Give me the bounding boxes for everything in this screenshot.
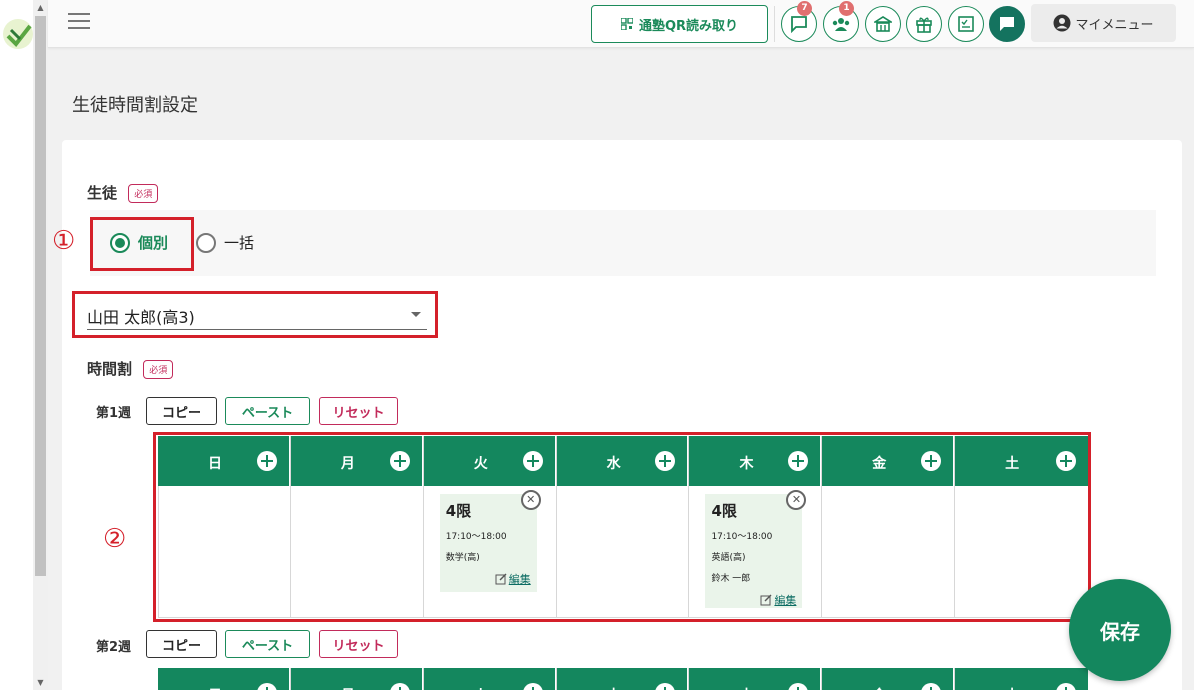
student-label-text: 生徒	[87, 184, 118, 202]
hamburger-menu-icon[interactable]	[68, 13, 90, 31]
week-2-grid: 日 月 火 水 木 金 土	[158, 668, 1089, 690]
day-label: 金	[872, 685, 886, 690]
radio-bulk[interactable]: 一括	[196, 232, 254, 253]
user-account-icon	[1053, 14, 1071, 32]
day-column-fri: 金	[822, 668, 956, 690]
day-header: 金	[822, 668, 955, 690]
timetable-label: 時間割 必須	[87, 358, 174, 379]
checklist-button[interactable]	[948, 6, 984, 42]
group-button[interactable]: 1	[823, 1, 859, 42]
add-slot-icon[interactable]	[1056, 683, 1077, 690]
qr-code-icon	[620, 18, 633, 30]
my-menu-button[interactable]: マイメニュー	[1031, 4, 1176, 42]
week-1-paste-button[interactable]: ペースト	[225, 397, 310, 425]
day-header: 木	[689, 668, 822, 690]
scroll-thumb[interactable]	[35, 16, 46, 576]
add-slot-icon[interactable]	[921, 683, 942, 690]
chat-button[interactable]	[989, 6, 1025, 42]
timetable-label-text: 時間割	[87, 360, 133, 378]
highlight-box-select	[72, 291, 438, 338]
week-2-paste-button[interactable]: ペースト	[225, 630, 310, 658]
day-column-tue: 火	[423, 668, 557, 690]
left-rail: ▲ ▼	[0, 0, 48, 690]
day-header: 土	[955, 668, 1089, 690]
page-title: 生徒時間割設定	[72, 95, 198, 116]
group-badge: 1	[839, 1, 854, 16]
student-label: 生徒 必須	[87, 182, 159, 203]
save-button[interactable]: 保存	[1069, 579, 1171, 681]
week-1-label: 第1週	[96, 406, 132, 421]
add-slot-icon[interactable]	[788, 683, 809, 690]
gift-icon	[916, 17, 932, 33]
student-mode-row: 個別 一括	[90, 210, 1156, 276]
my-menu-label: マイメニュー	[1075, 17, 1154, 33]
gift-button[interactable]	[906, 6, 942, 42]
checklist-icon	[958, 16, 974, 32]
app-logo-icon[interactable]	[2, 18, 34, 50]
annotation-number-2: ②	[103, 524, 127, 554]
timetable-required-badge: 必須	[143, 360, 174, 379]
day-label: 土	[1005, 685, 1019, 690]
messages-badge: 7	[797, 1, 812, 16]
day-label: 水	[607, 685, 621, 690]
chat-filled-icon	[1000, 17, 1014, 31]
day-header: 月	[290, 668, 423, 690]
day-label: 火	[474, 685, 488, 690]
day-column-sat: 土	[955, 668, 1089, 690]
header-divider	[774, 6, 775, 42]
week-2-copy-button[interactable]: コピー	[146, 630, 217, 658]
radio-bulk-dot	[196, 232, 216, 253]
day-header: 日	[158, 668, 290, 690]
add-slot-icon[interactable]	[522, 683, 543, 690]
radio-bulk-label: 一括	[224, 234, 255, 252]
week-1-copy-button[interactable]: コピー	[146, 397, 217, 425]
scroll-down-icon[interactable]: ▼	[33, 675, 48, 690]
qr-scan-button[interactable]: 通塾QR読み取り	[591, 5, 768, 43]
people-group-icon	[832, 18, 850, 31]
week-2-reset-button[interactable]: リセット	[319, 630, 398, 658]
day-column-thu: 木	[689, 668, 823, 690]
day-column-mon: 月	[290, 668, 424, 690]
day-header: 水	[556, 668, 689, 690]
day-label: 月	[341, 685, 355, 690]
add-slot-icon[interactable]	[389, 683, 410, 690]
scrollbar[interactable]: ▲ ▼	[33, 0, 48, 690]
school-building-icon	[874, 16, 892, 32]
add-slot-icon[interactable]	[655, 683, 676, 690]
week-2-label: 第2週	[96, 640, 132, 655]
top-header: 通塾QR読み取り 7 1 マイメニュー	[48, 0, 1194, 48]
qr-scan-label: 通塾QR読み取り	[638, 18, 739, 34]
highlight-box-grid	[153, 432, 1091, 622]
scroll-up-icon[interactable]: ▲	[33, 0, 48, 15]
day-label: 木	[739, 685, 753, 690]
annotation-number-1: ①	[52, 226, 76, 256]
week-1-reset-button[interactable]: リセット	[319, 397, 398, 425]
student-required-badge: 必須	[128, 184, 159, 203]
school-button[interactable]	[865, 6, 901, 42]
day-column-sun: 日	[158, 668, 291, 690]
day-label: 日	[208, 685, 222, 690]
messages-button[interactable]: 7	[781, 1, 817, 42]
chat-bubble-icon	[791, 16, 807, 33]
add-slot-icon[interactable]	[256, 683, 277, 690]
highlight-box-radio	[90, 217, 194, 271]
day-column-wed: 水	[556, 668, 690, 690]
day-header: 火	[423, 668, 556, 690]
